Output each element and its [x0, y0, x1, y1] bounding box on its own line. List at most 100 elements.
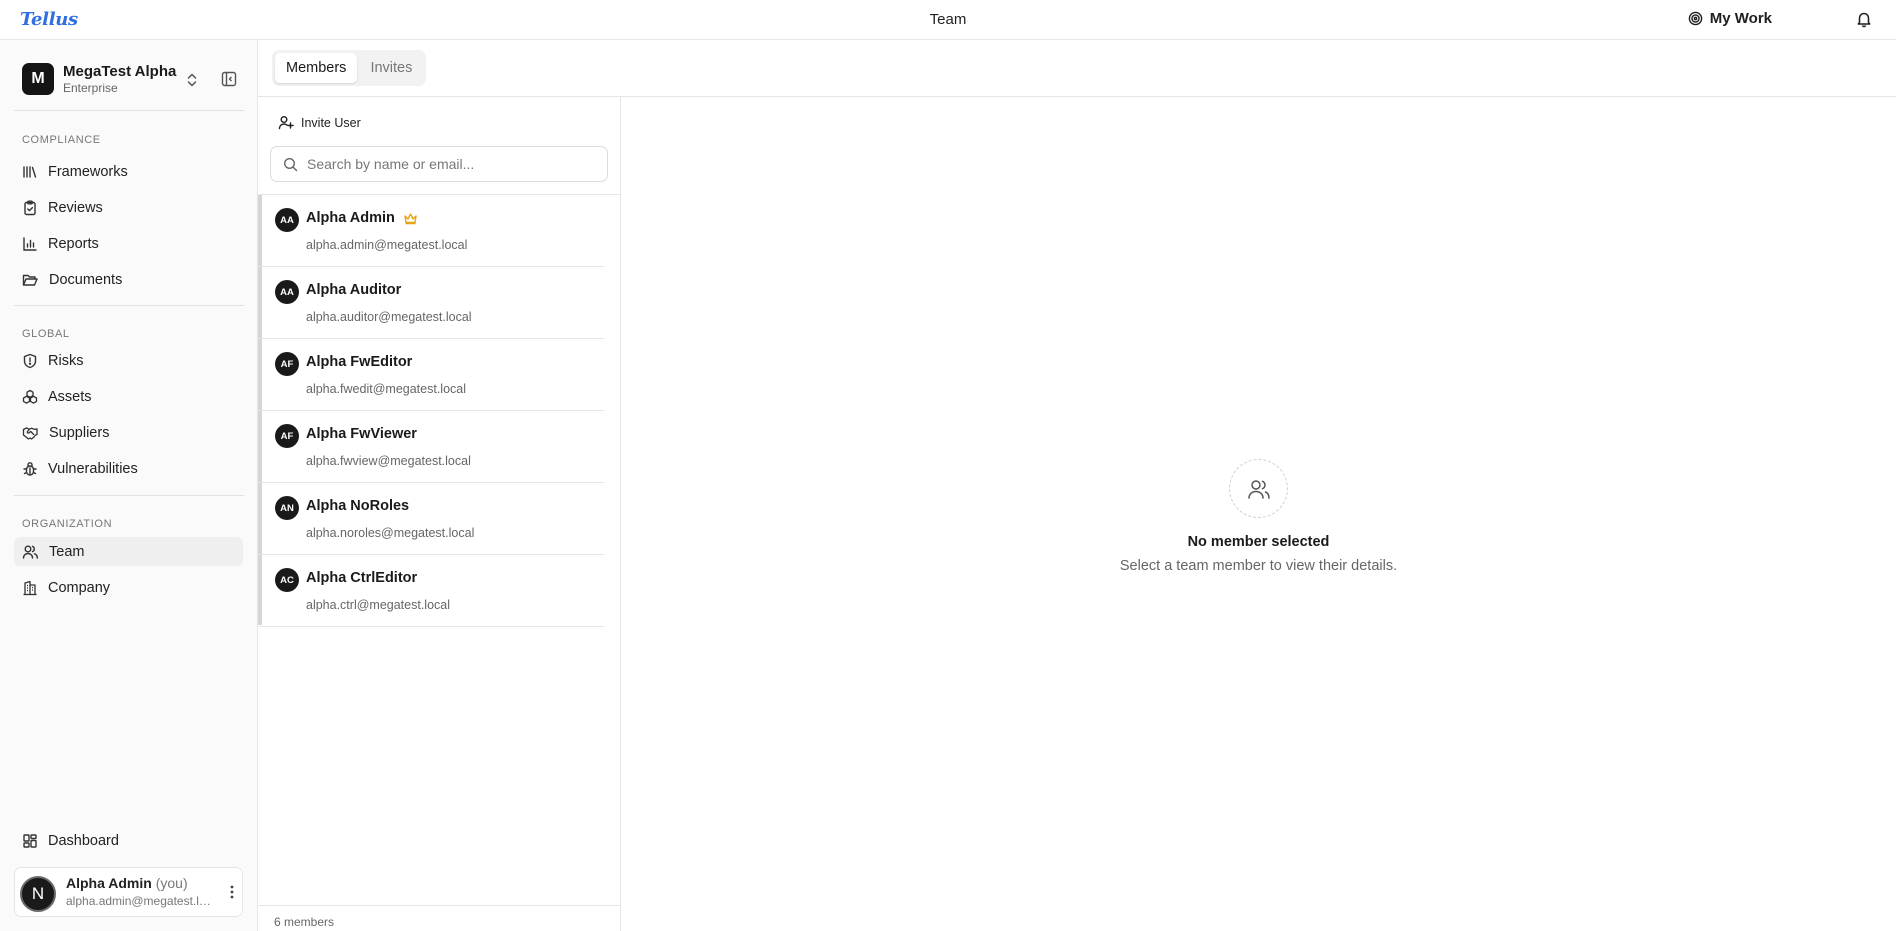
bug-icon	[22, 461, 38, 477]
you-tag: (you)	[155, 875, 188, 891]
boxes-icon	[22, 389, 38, 405]
avatar: AA	[275, 280, 299, 304]
tab-invites[interactable]: Invites	[359, 53, 423, 83]
sidebar-item-label: Team	[49, 543, 85, 560]
shield-icon	[22, 353, 38, 369]
users-icon	[22, 544, 39, 560]
sidebar-item-label: Frameworks	[48, 163, 128, 180]
sidebar-item-dashboard[interactable]: Dashboard	[14, 826, 243, 855]
member-detail-panel: No member selected Select a team member …	[621, 97, 1896, 931]
tabs-bar: Members Invites	[258, 40, 1896, 97]
more-vertical-icon[interactable]	[230, 885, 234, 899]
sidebar-item-documents[interactable]: Documents	[14, 265, 243, 294]
sidebar-collapse-icon[interactable]	[221, 71, 237, 87]
sidebar: M MegaTest Alpha Enterprise Compliance F…	[0, 40, 258, 931]
tab-list: Members Invites	[272, 50, 427, 86]
avatar: AA	[275, 208, 299, 232]
org-switcher[interactable]: M MegaTest Alpha Enterprise	[22, 63, 244, 97]
member-email: alpha.ctrl@megatest.local	[306, 598, 451, 612]
member-email: alpha.admin@megatest.local	[306, 238, 468, 252]
member-row[interactable]: AA Alpha Auditor alpha.auditor@megatest.…	[258, 267, 604, 339]
library-icon	[22, 164, 38, 180]
sidebar-item-label: Reviews	[48, 199, 103, 216]
handshake-icon	[22, 425, 39, 441]
org-avatar: M	[22, 63, 54, 95]
member-name: Alpha NoRoles	[306, 498, 410, 514]
sidebar-item-frameworks[interactable]: Frameworks	[14, 157, 243, 186]
sidebar-item-suppliers[interactable]: Suppliers	[14, 418, 243, 447]
sidebar-divider	[14, 495, 244, 496]
my-work-button[interactable]: My Work	[1688, 10, 1772, 27]
member-email: alpha.noroles@megatest.local	[306, 526, 475, 540]
current-user-card[interactable]: N Alpha Admin (you) alpha.admin@megatest…	[14, 867, 243, 917]
sidebar-item-reports[interactable]: Reports	[14, 229, 243, 258]
chevrons-up-down-icon[interactable]	[185, 72, 199, 88]
section-label-organization: Organization	[22, 518, 113, 530]
member-row[interactable]: AF Alpha FwViewer alpha.fwview@megatest.…	[258, 411, 604, 483]
top-bar: Tellus Team My Work	[0, 0, 1896, 40]
bar-chart-icon	[22, 236, 38, 252]
sidebar-item-vulnerabilities[interactable]: Vulnerabilities	[14, 454, 243, 483]
search-input[interactable]	[307, 147, 597, 181]
empty-state-title: No member selected	[1187, 534, 1330, 550]
member-row[interactable]: AF Alpha FwEditor alpha.fwedit@megatest.…	[258, 339, 604, 411]
invite-user-button[interactable]: Invite User	[278, 113, 361, 132]
members-list: AA Alpha Admin alpha.admin@megatest.loca…	[258, 195, 604, 627]
sidebar-item-team[interactable]: Team	[14, 537, 243, 566]
dashboard-grid-icon	[22, 833, 38, 849]
avatar: AF	[275, 352, 299, 376]
section-label-compliance: Compliance	[22, 134, 101, 146]
empty-state-subtitle: Select a team member to view their detai…	[1119, 558, 1398, 574]
crown-icon	[403, 212, 418, 225]
building-icon	[22, 580, 38, 596]
my-work-label: My Work	[1709, 10, 1772, 27]
target-icon	[1688, 11, 1703, 26]
sidebar-item-label: Assets	[48, 388, 92, 405]
members-list-panel: Invite User AA Alpha Admin alpha.admin@m…	[258, 97, 621, 931]
member-row[interactable]: AN Alpha NoRoles alpha.noroles@megatest.…	[258, 483, 604, 555]
avatar: AN	[275, 496, 299, 520]
sidebar-item-reviews[interactable]: Reviews	[14, 193, 243, 222]
avatar: AF	[275, 424, 299, 448]
invite-user-label: Invite User	[301, 115, 361, 130]
member-row[interactable]: AC Alpha CtrlEditor alpha.ctrl@megatest.…	[258, 555, 604, 627]
user-plus-icon	[278, 115, 294, 130]
member-name-text: Alpha Admin	[306, 210, 395, 226]
page-title: Team	[929, 11, 967, 28]
current-user-name: Alpha Admin (you)	[66, 875, 188, 891]
member-name: Alpha FwEditor	[306, 354, 413, 370]
sidebar-item-label: Reports	[48, 235, 99, 252]
sidebar-item-label: Vulnerabilities	[48, 460, 138, 477]
sidebar-item-label: Suppliers	[49, 424, 110, 441]
sidebar-item-label: Dashboard	[48, 832, 119, 849]
org-name: MegaTest Alpha	[63, 63, 177, 80]
current-user-email: alpha.admin@megatest.local	[66, 894, 211, 908]
avatar: N	[20, 876, 56, 912]
bell-icon[interactable]	[1856, 11, 1872, 28]
member-email: alpha.auditor@megatest.local	[306, 310, 472, 324]
member-name: Alpha Admin	[306, 210, 418, 226]
member-email: alpha.fwview@megatest.local	[306, 454, 471, 468]
member-count: 6 members	[274, 915, 335, 929]
sidebar-item-company[interactable]: Company	[14, 573, 243, 602]
list-footer: 6 members	[258, 905, 621, 931]
users-icon	[1229, 459, 1288, 518]
sidebar-item-label: Documents	[49, 271, 123, 288]
clipboard-check-icon	[22, 200, 38, 216]
member-row[interactable]: AA Alpha Admin alpha.admin@megatest.loca…	[258, 195, 604, 267]
section-label-global: Global	[22, 328, 70, 340]
sidebar-item-label: Risks	[48, 352, 84, 369]
sidebar-item-assets[interactable]: Assets	[14, 382, 243, 411]
sidebar-divider	[14, 305, 244, 306]
current-user-name-text: Alpha Admin	[66, 875, 152, 891]
sidebar-item-risks[interactable]: Risks	[14, 346, 243, 375]
member-name: Alpha FwViewer	[306, 426, 417, 442]
org-plan: Enterprise	[63, 81, 118, 95]
avatar: AC	[275, 568, 299, 592]
search-box	[270, 146, 608, 182]
member-name: Alpha Auditor	[306, 282, 402, 298]
sidebar-divider	[14, 110, 244, 111]
folder-open-icon	[22, 272, 39, 288]
member-name: Alpha CtrlEditor	[306, 570, 418, 586]
tab-members[interactable]: Members	[275, 53, 358, 83]
